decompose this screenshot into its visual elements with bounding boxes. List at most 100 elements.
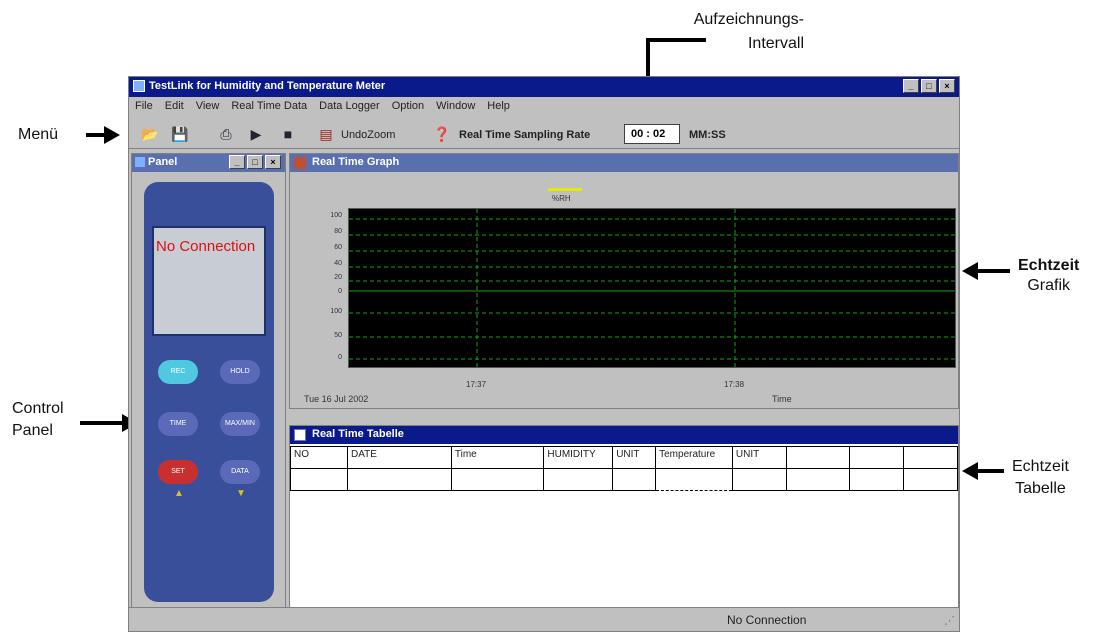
- status-text: No Connection: [727, 613, 807, 627]
- meter-device: No Connection REC HOLD TIME MAX/MIN SET …: [144, 182, 274, 602]
- graph-title: Real Time Graph: [312, 156, 400, 168]
- y-tick-label: 80: [334, 228, 342, 235]
- panel-title: Panel: [148, 156, 178, 168]
- toolbar: 📂 💾 ⎙ ▶ ■ ▤ UndoZoom ❓ Real Time Samplin…: [129, 119, 959, 149]
- menu-edit[interactable]: Edit: [165, 100, 184, 117]
- legend-label: %RH: [552, 194, 571, 203]
- app-window: TestLink for Humidity and Temperature Me…: [128, 76, 960, 632]
- header-temperature[interactable]: Temperature: [655, 446, 733, 469]
- table-cell[interactable]: [346, 468, 452, 491]
- table-cell[interactable]: [543, 468, 614, 491]
- down-arrow-icon: ▼: [236, 488, 246, 499]
- table-row: [290, 468, 959, 491]
- panel-icon: [135, 157, 145, 167]
- menu-data-logger[interactable]: Data Logger: [319, 100, 380, 117]
- lcd-display: No Connection: [152, 226, 266, 336]
- header-empty-2[interactable]: [849, 446, 904, 469]
- control-panel-window: Panel _ □ × No Connection REC HOLD TIME …: [131, 153, 286, 613]
- table-cell[interactable]: [902, 468, 959, 491]
- x-axis-label: Time: [772, 394, 792, 404]
- menu-view[interactable]: View: [196, 100, 220, 117]
- x-tick-1: 17:37: [466, 380, 487, 389]
- minimize-button[interactable]: _: [903, 79, 919, 93]
- table-title-bar: Real Time Tabelle: [290, 426, 958, 444]
- y-tick-label: 40: [334, 260, 342, 267]
- interval-annotation: Aufzeichnungs- Intervall: [693, 11, 804, 52]
- undo-zoom-button[interactable]: UndoZoom: [341, 129, 395, 141]
- y-tick-label: 50: [334, 332, 342, 339]
- legend-swatch: [548, 188, 582, 191]
- header-time[interactable]: Time: [450, 446, 545, 469]
- play-icon[interactable]: ▶: [247, 125, 265, 143]
- sampling-rate-unit: MM:SS: [689, 129, 726, 141]
- sampling-rate-label: Real Time Sampling Rate: [459, 129, 591, 141]
- up-arrow-icon: ▲: [174, 488, 184, 499]
- y-tick-label: 0: [338, 288, 342, 295]
- y-tick-label: 100: [330, 212, 342, 219]
- open-folder-icon[interactable]: 📂: [141, 125, 159, 143]
- table-cell[interactable]: [290, 468, 348, 491]
- panel-maximize-button[interactable]: □: [247, 155, 263, 169]
- table-window: Real Time Tabelle NO DATE Time HUMIDITY …: [289, 425, 959, 625]
- title-bar: TestLink for Humidity and Temperature Me…: [129, 77, 959, 97]
- panel-close-button[interactable]: ×: [265, 155, 281, 169]
- table-title: Real Time Tabelle: [312, 428, 404, 440]
- header-humidity[interactable]: HUMIDITY: [543, 446, 614, 469]
- close-button[interactable]: ×: [939, 79, 955, 93]
- plot-area: [348, 208, 956, 368]
- print-icon[interactable]: ⎙: [217, 125, 235, 143]
- header-unit-2[interactable]: UNIT: [731, 446, 787, 469]
- hold-button[interactable]: HOLD: [220, 360, 260, 384]
- table-header-row: NO DATE Time HUMIDITY UNIT Temperature U…: [290, 446, 959, 469]
- panel-title-bar: Panel _ □ ×: [132, 154, 285, 172]
- rec-button[interactable]: REC: [158, 360, 198, 384]
- set-button[interactable]: SET: [158, 460, 198, 484]
- plot-svg: [349, 209, 955, 367]
- graph-date: Tue 16 Jul 2002: [304, 394, 369, 404]
- header-empty-3[interactable]: [902, 446, 959, 469]
- y-tick-label: 60: [334, 244, 342, 251]
- header-empty-1[interactable]: [785, 446, 851, 469]
- control-panel-annotation: Control Panel: [12, 400, 64, 439]
- table-cell[interactable]: [612, 468, 657, 491]
- graph-icon: [294, 157, 306, 169]
- sampling-rate-input[interactable]: 00 : 02: [624, 124, 680, 144]
- maximize-button[interactable]: □: [921, 79, 937, 93]
- graph-annotation: Echtzeit Grafik: [1018, 257, 1080, 294]
- menu-help[interactable]: Help: [487, 100, 510, 117]
- y-tick-label: 0: [338, 354, 342, 361]
- y-tick-label: 20: [334, 274, 342, 281]
- header-unit-1[interactable]: UNIT: [612, 446, 657, 469]
- window-title: TestLink for Humidity and Temperature Me…: [149, 80, 386, 92]
- table-icon: [294, 429, 306, 441]
- stop-icon[interactable]: ■: [279, 125, 297, 143]
- x-tick-2: 17:38: [724, 380, 745, 389]
- header-date[interactable]: DATE: [346, 446, 452, 469]
- table-annotation: Echtzeit Tabelle: [1012, 458, 1069, 497]
- table-cell[interactable]: [450, 468, 545, 491]
- chart-icon[interactable]: ▤: [317, 125, 335, 143]
- menu-window[interactable]: Window: [436, 100, 475, 117]
- y-tick-label: 100: [330, 308, 342, 315]
- max-min-button[interactable]: MAX/MIN: [220, 412, 260, 436]
- data-table: NO DATE Time HUMIDITY UNIT Temperature U…: [290, 446, 959, 491]
- panel-minimize-button[interactable]: _: [229, 155, 245, 169]
- table-cell[interactable]: [849, 468, 904, 491]
- app-icon: [133, 80, 145, 92]
- graph-title-bar: Real Time Graph: [290, 154, 958, 172]
- help-icon[interactable]: ❓: [433, 125, 451, 143]
- table-cell[interactable]: [785, 468, 851, 491]
- status-bar: No Connection ⋰: [129, 607, 959, 631]
- menu-file[interactable]: File: [135, 100, 153, 117]
- save-icon[interactable]: 💾: [171, 125, 189, 143]
- resize-grip-icon[interactable]: ⋰: [944, 614, 955, 627]
- time-button[interactable]: TIME: [158, 412, 198, 436]
- menu-real-time-data[interactable]: Real Time Data: [231, 100, 307, 117]
- table-cell-selected[interactable]: [655, 468, 733, 491]
- table-cell[interactable]: [731, 468, 787, 491]
- menu-option[interactable]: Option: [392, 100, 424, 117]
- graph-window: Real Time Graph %RH 100 80 60 40 20 0 100 50 0 …: [289, 153, 959, 409]
- header-no[interactable]: NO: [290, 446, 348, 469]
- data-button[interactable]: DATA: [220, 460, 260, 484]
- menu-bar: File Edit View Real Time Data Data Logge…: [129, 97, 959, 117]
